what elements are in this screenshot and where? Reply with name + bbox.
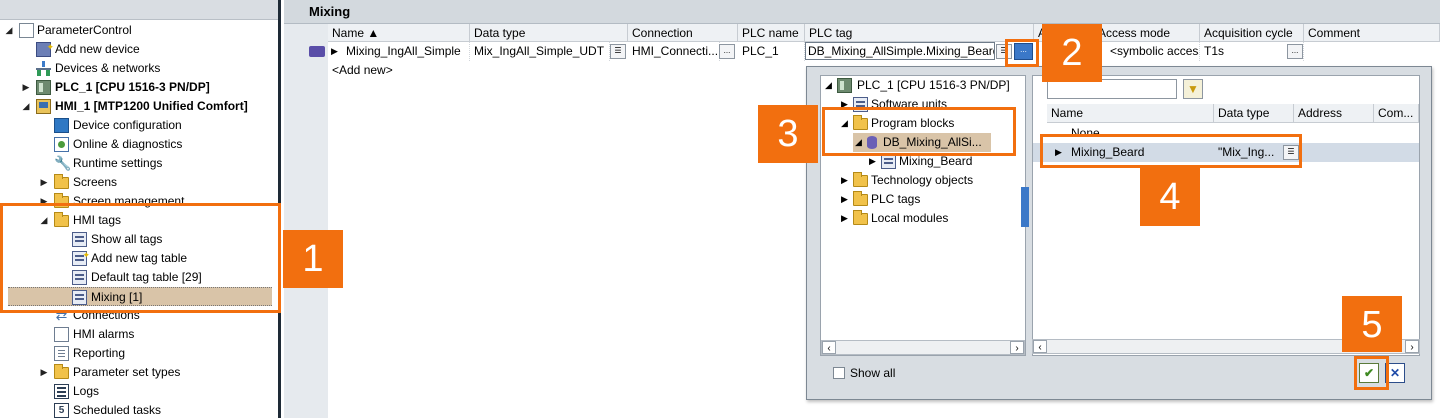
tree-item-hmi-1[interactable]: ◢ HMI_1 [MTP1200 Unified Comfort] [0, 97, 278, 116]
cell-name[interactable]: Mixing_IngAll_Simple [342, 42, 470, 61]
column-header-connection[interactable]: Connection [628, 24, 738, 42]
expand-arrow-icon[interactable]: ◢ [3, 21, 15, 40]
tree-item-logs[interactable]: Logs [0, 382, 278, 401]
column-header-plc-tag[interactable]: PLC tag [805, 24, 1034, 42]
highlight-browse-button [1005, 39, 1039, 67]
step-badge-2: 2 [1042, 24, 1102, 82]
expand-arrow-icon[interactable]: ▶ [38, 363, 50, 382]
scroll-left-icon[interactable]: ‹ [822, 341, 836, 354]
tree-item-online-diagnostics[interactable]: Online & diagnostics [0, 135, 278, 154]
popup-search-input[interactable] [1047, 79, 1177, 99]
highlight-mixing-beard [1040, 134, 1302, 168]
cell-access-mode[interactable]: <symbolic access> [1106, 42, 1200, 61]
folder-icon [853, 172, 868, 187]
add-device-icon [36, 38, 54, 57]
step-badge-3: 3 [758, 105, 818, 163]
show-all-checkbox[interactable]: Show all [833, 365, 895, 381]
plc-icon [837, 78, 852, 93]
cell-connection[interactable]: HMI_Connecti... [628, 42, 720, 61]
tree-item-hmi-alarms[interactable]: HMI alarms [0, 325, 278, 344]
data-type-browse-icon[interactable]: ☰ [610, 44, 626, 59]
device-config-icon [54, 118, 69, 133]
logs-icon [54, 384, 69, 399]
acquisition-cycle-browse-button[interactable]: ... [1287, 44, 1303, 59]
expand-arrow-icon[interactable]: ▶ [841, 171, 848, 190]
diagnostics-icon [54, 137, 69, 152]
highlight-program-blocks [822, 107, 1016, 156]
folder-icon [853, 191, 868, 206]
filter-icon[interactable]: ▼ [1183, 79, 1203, 99]
expand-arrow-icon[interactable]: ▶ [20, 78, 32, 97]
step-badge-1: 1 [283, 230, 343, 288]
expand-arrow-icon[interactable]: ▶ [38, 173, 50, 192]
collapse-arrow-icon[interactable]: ◢ [20, 97, 32, 116]
tree-item-device-configuration[interactable]: Device configuration [0, 116, 278, 135]
tree-item-scheduled-tasks[interactable]: 5 Scheduled tasks [0, 401, 278, 420]
plc-icon [36, 80, 51, 95]
column-header-comment[interactable]: Comment [1304, 24, 1440, 42]
tree-item-screens[interactable]: ▶ Screens [0, 173, 278, 192]
tree-item-devices-networks[interactable]: Devices & networks [0, 59, 278, 78]
highlight-confirm-button [1354, 356, 1389, 390]
cell-plc-tag[interactable]: DB_Mixing_AllSimple.Mixing_Beard [805, 42, 995, 60]
wrench-icon: 🔧 [54, 155, 72, 171]
popup-column-comment[interactable]: Com... [1374, 104, 1419, 123]
folder-icon [54, 174, 69, 189]
checkbox-box[interactable] [833, 367, 845, 379]
struct-icon [881, 154, 896, 169]
tree-item-reporting[interactable]: Reporting [0, 344, 278, 363]
expand-arrow-icon[interactable]: ▶ [841, 190, 848, 209]
project-icon [19, 23, 34, 38]
cell-plc-name[interactable]: PLC_1 [738, 42, 805, 61]
folder-icon [853, 210, 868, 225]
add-new-row[interactable]: <Add new> [328, 61, 470, 80]
tree-item-runtime-settings[interactable]: 🔧 Runtime settings [0, 154, 278, 173]
scroll-right-icon[interactable]: › [1010, 341, 1024, 354]
connection-browse-button[interactable]: ... [719, 44, 735, 59]
popup-column-name[interactable]: Name [1047, 104, 1214, 123]
tree-item-plc-1[interactable]: ▶ PLC_1 [CPU 1516-3 PN/DP] [0, 78, 278, 97]
project-tree-header [0, 0, 278, 20]
column-header-name[interactable]: Name ▲ [328, 24, 470, 42]
splitter-handle[interactable] [1021, 187, 1029, 227]
editor-title: Mixing [284, 0, 1440, 24]
hmi-icon [36, 99, 51, 114]
popup-column-address[interactable]: Address [1294, 104, 1374, 123]
expand-arrow-icon[interactable]: ▶ [841, 209, 848, 228]
collapse-arrow-icon[interactable]: ◢ [825, 76, 832, 95]
popup-tree-scrollbar[interactable]: ‹ › [821, 340, 1025, 355]
step-badge-5: 5 [1342, 296, 1402, 352]
scheduled-tasks-icon: 5 [54, 403, 69, 418]
expand-arrow-icon[interactable]: ▶ [331, 42, 338, 61]
scroll-left-icon[interactable]: ‹ [1033, 340, 1047, 353]
column-header-acquisition-cycle[interactable]: Acquisition cycle [1200, 24, 1304, 42]
folder-icon [54, 364, 69, 379]
alarms-icon [54, 327, 69, 342]
tree-item-project[interactable]: ◢ ParameterControl [0, 21, 278, 40]
report-icon [54, 346, 69, 361]
network-icon [36, 61, 51, 76]
tag-row-icon [309, 46, 325, 57]
tree-item-parameter-set-types[interactable]: ▶ Parameter set types [0, 363, 278, 382]
scroll-right-icon[interactable]: › [1405, 340, 1419, 353]
column-header-access-mode[interactable]: Access mode [1094, 24, 1200, 42]
cell-data-type[interactable]: Mix_IngAll_Simple_UDT [470, 42, 610, 61]
row-header-column [306, 24, 328, 418]
popup-column-data-type[interactable]: Data type [1214, 104, 1294, 123]
column-header-plc-name[interactable]: PLC name [738, 24, 805, 42]
highlight-hmi-tags [0, 203, 281, 313]
step-badge-4: 4 [1140, 168, 1200, 226]
tree-item-add-new-device[interactable]: Add new device [0, 38, 278, 59]
column-header-data-type[interactable]: Data type [470, 24, 628, 42]
